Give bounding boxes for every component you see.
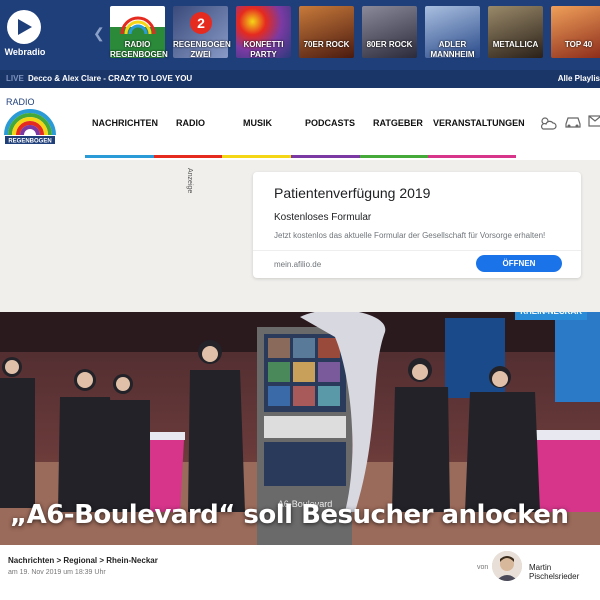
ad-label: Anzeige (186, 168, 193, 194)
station-radio-regenbogen[interactable]: RADIO REGENBOGEN (110, 6, 168, 64)
radio-regenbogen-logo[interactable]: RADIO REGENBOGEN (2, 95, 58, 145)
ad-divider (253, 250, 581, 251)
breadcrumb[interactable]: Nachrichten > Regional > Rhein-Neckar (8, 556, 158, 565)
main-navigation: RADIO REGENBOGEN NACHRICHTEN RADIO MUSIK… (0, 88, 600, 160)
station-label: RADIO REGENBOGEN (110, 40, 168, 59)
author-prefix: von (477, 564, 489, 571)
nav-ratgeber[interactable]: RATGEBER (373, 118, 423, 128)
ad-open-button[interactable]: ÖFFNEN (476, 255, 562, 272)
webradio-bar: Webradio ❮ RADIO REGENBOGEN 2 REGENBOGEN… (0, 0, 600, 70)
ad-title[interactable]: Patientenverfügung 2019 (274, 185, 430, 201)
ad-url: mein.afilio.de (274, 260, 322, 269)
live-bar: LIVE Decco & Alex Clare - CRAZY TO LOVE … (0, 70, 600, 88)
station-konfetti-party[interactable]: KONFETTI PARTY (236, 6, 291, 64)
webradio-play-button[interactable]: Webradio (0, 0, 50, 70)
station-label: 70ER ROCK (303, 40, 350, 49)
weather-icon[interactable] (538, 115, 558, 131)
station-80er-rock[interactable]: 80ER ROCK (362, 6, 417, 64)
live-tag: LIVE (6, 74, 24, 83)
carousel-prev-icon[interactable]: ❮ (93, 25, 105, 42)
station-regenbogen-zwei[interactable]: 2 REGENBOGEN ZWEI (173, 6, 231, 64)
nav-underline-nachrichten (85, 155, 154, 158)
logo-rainbow-icon: RADIO REGENBOGEN (4, 97, 56, 145)
nav-underline-podcasts (291, 155, 360, 158)
station-label: KONFETTI PARTY (243, 40, 284, 59)
ad-description: Jetzt kostenlos das aktuelle Formular de… (274, 231, 546, 240)
station-adler-mannheim[interactable]: ADLER MANNHEIM (425, 6, 480, 64)
nav-veranstaltungen[interactable]: VERANSTALTUNGEN (433, 118, 525, 128)
webradio-label: Webradio (4, 47, 46, 57)
car-icon[interactable] (564, 115, 582, 129)
nav-underline-veranstaltungen (428, 155, 516, 158)
nav-nachrichten[interactable]: NACHRICHTEN (92, 118, 158, 128)
article-date: am 19. Nov 2019 um 18:39 Uhr (8, 569, 106, 576)
station-thumb (551, 6, 600, 58)
nav-radio[interactable]: RADIO (176, 118, 205, 128)
station-thumb (362, 6, 417, 58)
author-name[interactable]: Martin Pischelsrieder (529, 563, 600, 581)
region-badge[interactable]: RHEIN-NECKAR (515, 312, 587, 320)
play-icon[interactable] (7, 10, 41, 44)
all-playlists-link[interactable]: Alle Playlis (558, 74, 600, 83)
now-playing[interactable]: Decco & Alex Clare - CRAZY TO LOVE YOU (28, 74, 192, 83)
article-hero-image[interactable]: A6-Boulevard RHEIN-NECKAR „A6-Boulevard“… (0, 312, 600, 545)
nav-underline-radio (154, 155, 222, 158)
author-avatar[interactable] (492, 551, 522, 581)
station-metallica[interactable]: METALLICA (488, 6, 543, 64)
station-label: METALLICA (492, 40, 539, 49)
station-label: TOP 40 (564, 40, 593, 49)
station-label: ADLER MANNHEIM (430, 40, 475, 59)
ad-subtitle: Kostenloses Formular (274, 212, 372, 223)
station-label: 80ER ROCK (366, 40, 413, 49)
logo-text-radio: RADIO (6, 97, 35, 107)
article-meta: Nachrichten > Regional > Rhein-Neckar am… (0, 545, 600, 600)
nav-underline-musik (222, 155, 291, 158)
station-label: REGENBOGEN ZWEI (173, 40, 231, 59)
nav-underline-ratgeber (360, 155, 428, 158)
station-top-40[interactable]: TOP 40 (551, 6, 600, 64)
station-70er-rock[interactable]: 70ER ROCK (299, 6, 354, 64)
mail-icon[interactable] (588, 115, 600, 127)
ad-area: Anzeige Patientenverfügung 2019 Kostenlo… (0, 160, 600, 312)
article-headline[interactable]: „A6-Boulevard“ soll Besucher anlocken (10, 500, 569, 530)
nav-musik[interactable]: MUSIK (243, 118, 272, 128)
ad-box[interactable]: Patientenverfügung 2019 Kostenloses Form… (253, 172, 581, 278)
station-thumb (299, 6, 354, 58)
nav-podcasts[interactable]: PODCASTS (305, 118, 355, 128)
station-thumb (488, 6, 543, 58)
logo-text-regenbogen: REGENBOGEN (8, 139, 51, 145)
